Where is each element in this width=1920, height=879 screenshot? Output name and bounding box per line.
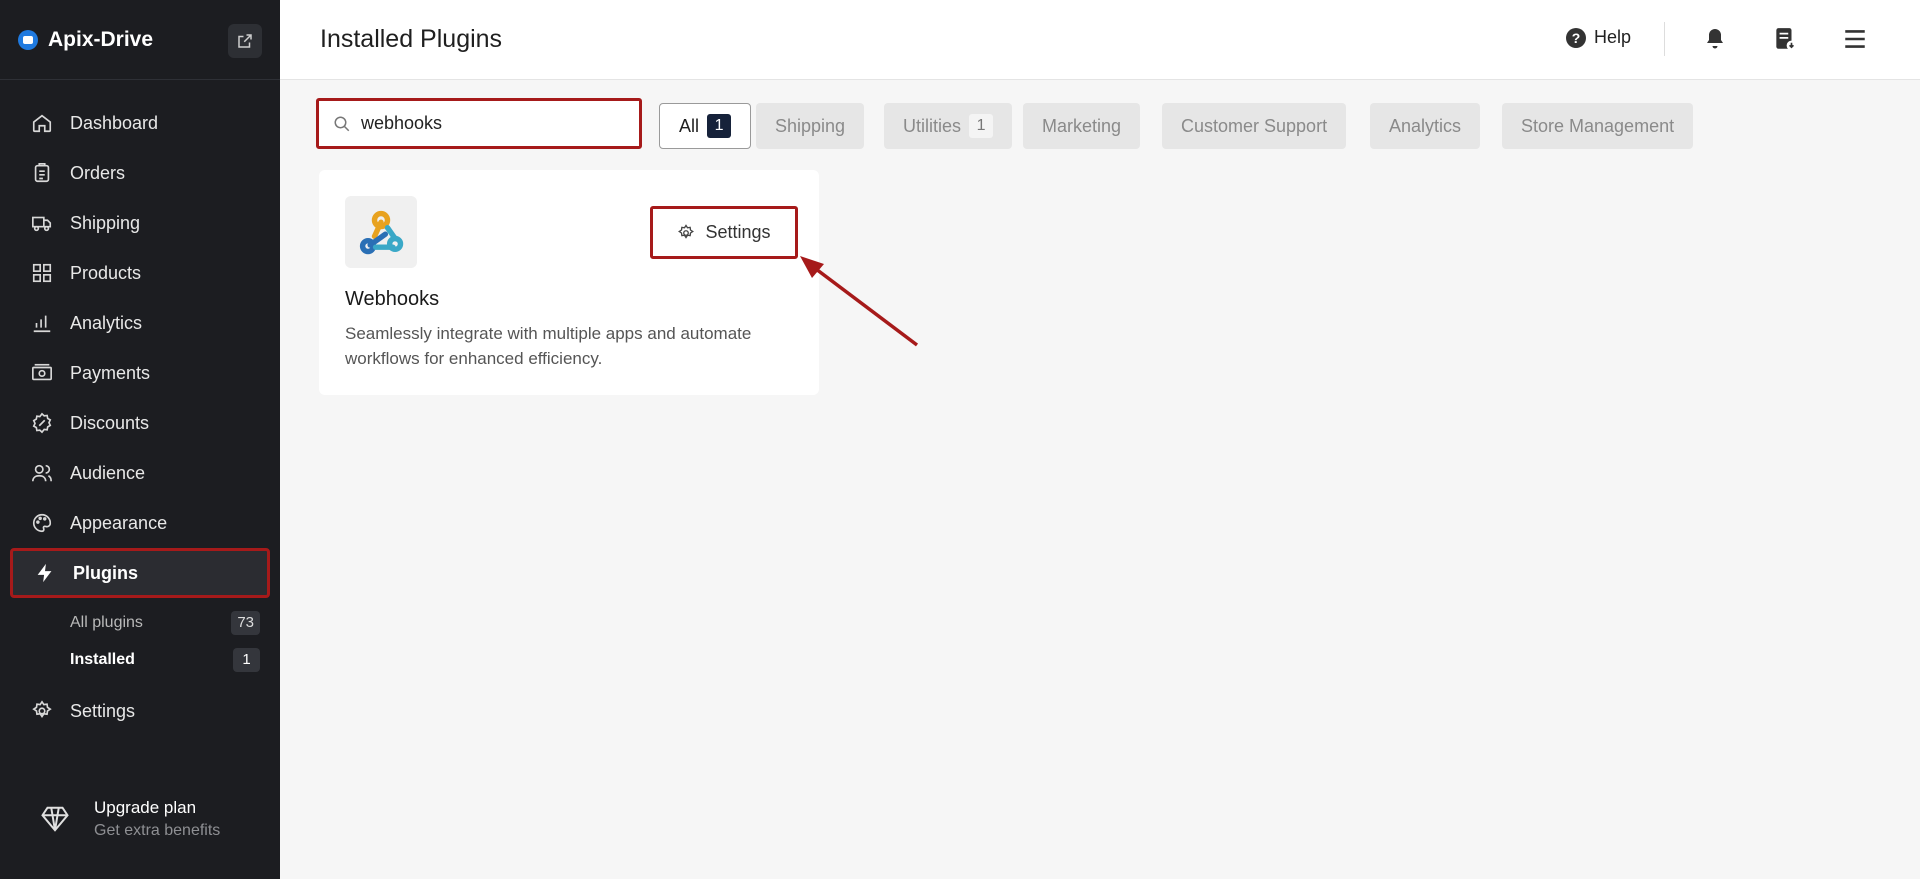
users-icon — [30, 461, 54, 485]
sidebar-item-products[interactable]: Products — [10, 248, 270, 298]
page-title: Installed Plugins — [320, 25, 503, 53]
subnav-item-label: All plugins — [70, 613, 143, 631]
settings-button[interactable]: Settings — [650, 206, 798, 259]
help-label: Help — [1594, 27, 1632, 47]
settings-label: Settings — [705, 222, 771, 242]
gear-icon — [677, 223, 695, 242]
tab-label: All — [679, 115, 700, 136]
sidebar-item-discounts[interactable]: Discounts — [10, 398, 270, 448]
count-badge: 73 — [231, 610, 260, 635]
plugin-title: Webhooks — [345, 288, 440, 310]
upgrade-subtitle: Get extra benefits — [94, 822, 221, 839]
sidebar-item-label: Settings — [70, 700, 136, 721]
search-box[interactable] — [316, 98, 642, 149]
clipboard-icon — [30, 161, 54, 185]
sidebar: Apix-Drive Dashboard Orders Shipping Pro… — [0, 0, 280, 879]
sidebar-item-label: Plugins — [73, 562, 139, 583]
sidebar-item-shipping[interactable]: Shipping — [10, 198, 270, 248]
search-icon — [334, 116, 350, 131]
tab-label: Shipping — [775, 115, 846, 136]
annotation-arrow-icon — [800, 256, 919, 347]
gear-icon — [30, 699, 54, 723]
sidebar-item-dashboard[interactable]: Dashboard — [10, 98, 270, 148]
discount-icon — [30, 411, 54, 435]
palette-icon — [30, 511, 54, 535]
top-header: Installed Plugins ? Help — [280, 0, 1920, 80]
subnav-item-installed[interactable]: Installed 1 — [0, 641, 280, 678]
diamond-icon — [41, 806, 69, 832]
tab-store-management[interactable]: Store Management — [1502, 103, 1694, 149]
brand: Apix-Drive — [0, 0, 280, 80]
document-download-icon[interactable] — [1770, 24, 1800, 54]
sidebar-item-plugins[interactable]: Plugins — [10, 548, 270, 598]
count-badge: 1 — [707, 114, 732, 138]
tab-label: Analytics — [1389, 115, 1462, 136]
sidebar-item-appearance[interactable]: Appearance — [10, 498, 270, 548]
lightning-icon — [33, 561, 57, 585]
tab-label: Marketing — [1042, 115, 1122, 136]
divider — [1664, 22, 1665, 56]
sidebar-item-settings[interactable]: Settings — [10, 686, 270, 736]
webhooks-logo-icon — [345, 196, 417, 268]
sidebar-item-analytics[interactable]: Analytics — [10, 298, 270, 348]
upgrade-title: Upgrade plan — [94, 798, 197, 817]
home-icon — [30, 111, 54, 135]
sidebar-item-label: Orders — [70, 162, 126, 183]
payments-icon — [30, 361, 54, 385]
tab-marketing[interactable]: Marketing — [1023, 103, 1141, 149]
sidebar-item-label: Appearance — [70, 512, 168, 533]
hamburger-menu-icon[interactable] — [1840, 24, 1870, 54]
sidebar-item-label: Discounts — [70, 412, 150, 433]
sidebar-item-orders[interactable]: Orders — [10, 148, 270, 198]
sidebar-item-label: Payments — [70, 362, 151, 383]
tab-utilities[interactable]: Utilities 1 — [884, 103, 1013, 149]
count-badge: 1 — [233, 647, 260, 672]
sidebar-item-label: Products — [70, 262, 142, 283]
plugins-subnav: All plugins 73 Installed 1 — [0, 598, 280, 686]
sidebar-nav: Dashboard Orders Shipping Products Analy… — [0, 80, 280, 736]
search-input[interactable] — [361, 113, 611, 134]
grid-icon — [30, 261, 54, 285]
tab-label: Store Management — [1521, 115, 1675, 136]
help-button[interactable]: ? Help — [1566, 27, 1631, 48]
tab-label: Utilities — [903, 115, 962, 136]
tab-shipping[interactable]: Shipping — [756, 103, 865, 149]
sidebar-item-label: Shipping — [70, 212, 141, 233]
truck-icon — [30, 211, 54, 235]
upgrade-plan[interactable]: Upgrade plan Get extra benefits — [0, 789, 280, 849]
subnav-item-label: Installed — [70, 650, 135, 668]
brand-logo-icon — [18, 29, 38, 50]
bell-icon[interactable] — [1700, 24, 1730, 54]
brand-name: Apix-Drive — [48, 27, 154, 51]
count-badge: 1 — [969, 114, 994, 138]
tab-label: Customer Support — [1181, 115, 1328, 136]
subnav-item-all-plugins[interactable]: All plugins 73 — [0, 604, 280, 641]
plugin-card: Settings Webhooks Seamlessly integrate w… — [319, 170, 819, 395]
question-icon: ? — [1566, 27, 1586, 48]
bar-chart-icon — [30, 311, 54, 335]
open-external-icon[interactable] — [228, 24, 262, 58]
sidebar-item-label: Analytics — [70, 312, 143, 333]
tab-all[interactable]: All 1 — [659, 103, 752, 149]
sidebar-item-label: Dashboard — [70, 112, 159, 133]
sidebar-item-label: Audience — [70, 462, 146, 483]
sidebar-item-audience[interactable]: Audience — [10, 448, 270, 498]
plugin-description: Seamlessly integrate with multiple apps … — [345, 324, 752, 368]
tab-customer-support[interactable]: Customer Support — [1162, 103, 1347, 149]
tab-analytics[interactable]: Analytics — [1370, 103, 1481, 149]
sidebar-item-payments[interactable]: Payments — [10, 348, 270, 398]
